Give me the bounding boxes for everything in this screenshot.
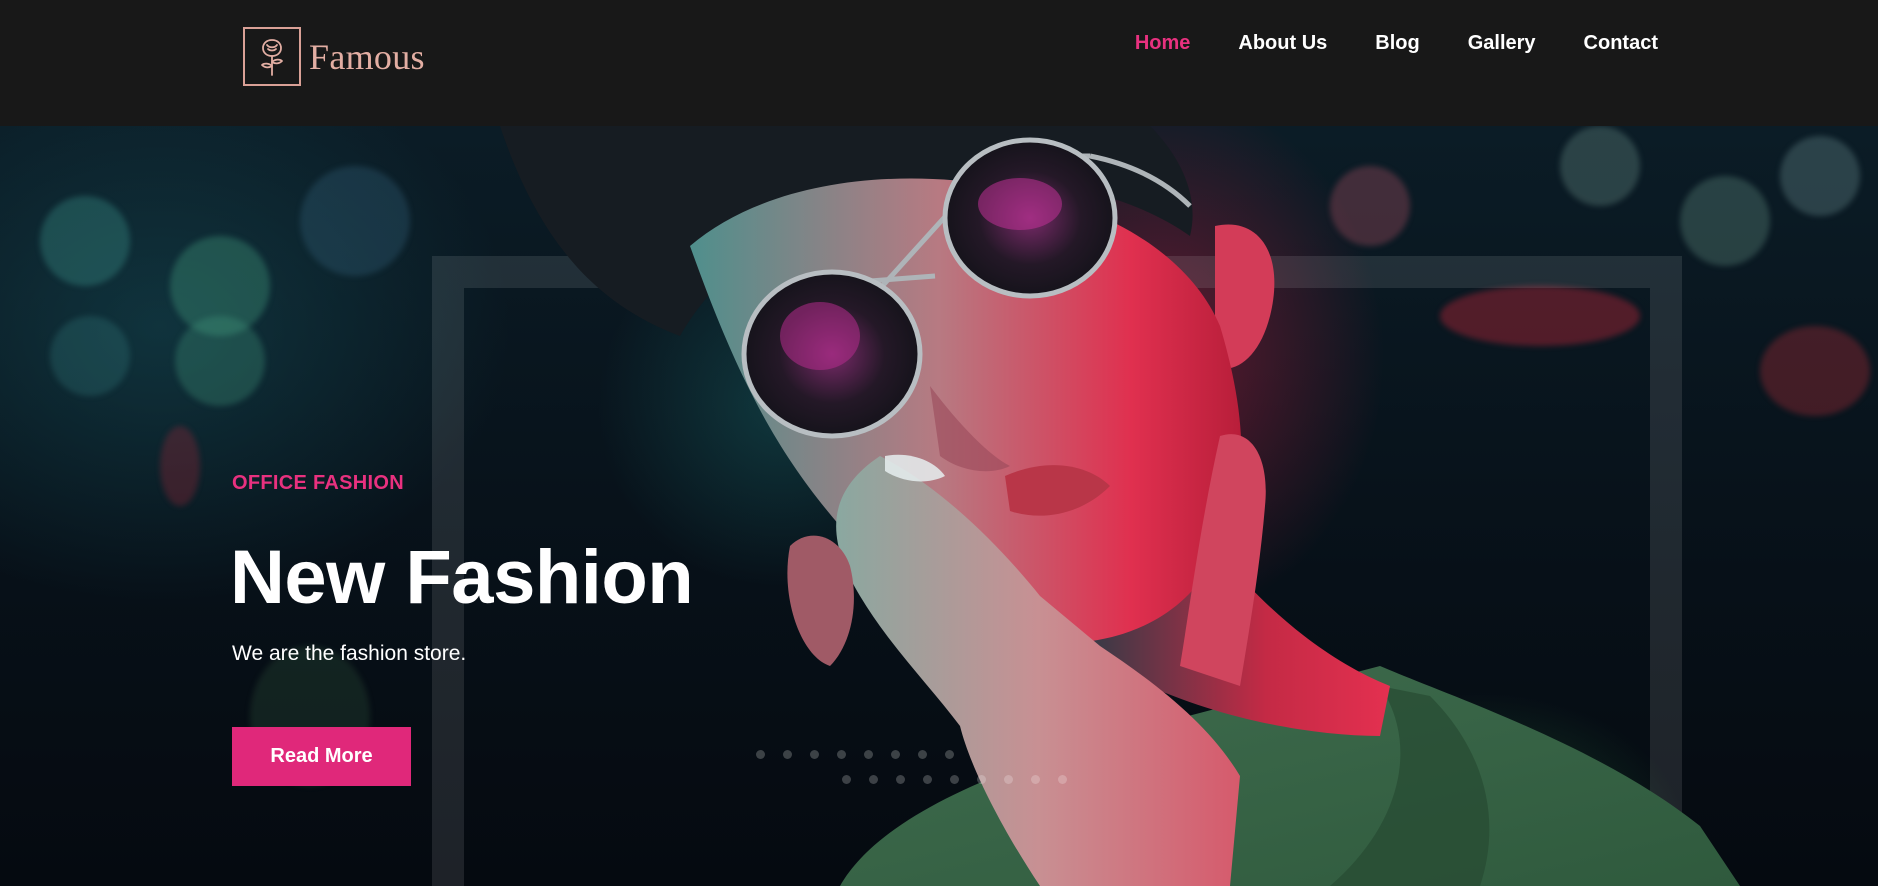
- logo[interactable]: Famous: [243, 27, 425, 86]
- nav-item-blog[interactable]: Blog: [1375, 28, 1419, 58]
- hero-subtitle: We are the fashion store.: [232, 642, 467, 665]
- read-more-button[interactable]: Read More: [232, 727, 411, 786]
- dot-pattern: [842, 775, 1067, 784]
- main-nav: Home About Us Blog Gallery Contact: [1135, 28, 1658, 58]
- hero-title: New Fashion: [230, 535, 694, 620]
- dot-pattern: [756, 750, 954, 759]
- nav-item-gallery[interactable]: Gallery: [1468, 28, 1536, 58]
- rose-icon: [243, 27, 301, 86]
- logo-text: Famous: [309, 36, 425, 77]
- nav-item-contact[interactable]: Contact: [1584, 28, 1658, 58]
- site-header: Famous Home About Us Blog Gallery Contac…: [0, 0, 1878, 126]
- nav-item-home[interactable]: Home: [1135, 28, 1191, 58]
- hero-banner: OFFICE FASHION New Fashion We are the fa…: [0, 126, 1878, 886]
- hero-eyebrow: OFFICE FASHION: [232, 472, 404, 494]
- nav-item-about-us[interactable]: About Us: [1238, 28, 1327, 58]
